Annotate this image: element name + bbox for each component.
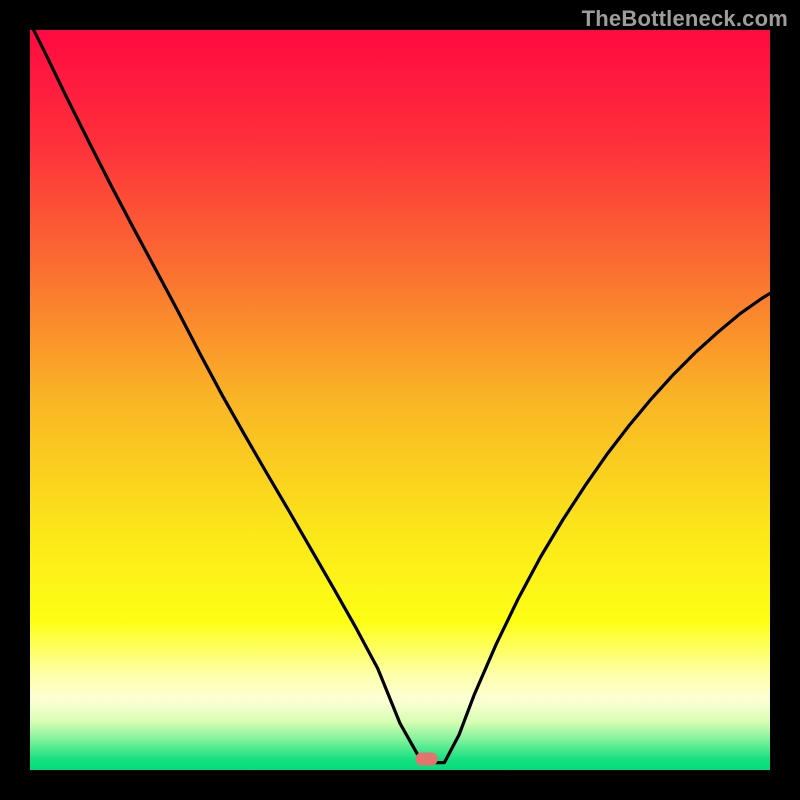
chart-frame: TheBottleneck.com <box>0 0 800 800</box>
gradient-background <box>30 30 770 770</box>
watermark-text: TheBottleneck.com <box>582 6 788 32</box>
bottleneck-chart <box>30 30 770 770</box>
minimum-marker <box>416 753 438 766</box>
